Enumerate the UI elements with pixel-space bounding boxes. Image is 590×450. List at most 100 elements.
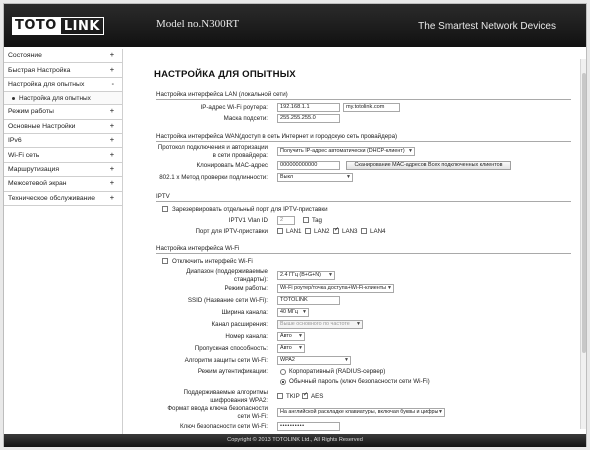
wan-protocol-value: Получить IP-адрес автоматически (DHCP-кл… [280,148,405,154]
sidebar-item-label: Межсетевой экран [8,180,67,188]
sidebar-item-firewall[interactable]: Межсетевой экран + [4,177,122,192]
sidebar-item-label: Состояние [8,52,42,60]
wifi-section-heading: Настройка интерфейса Wi-Fi [156,245,571,254]
collapse-icon: - [111,80,114,88]
lan-ip-row: IP-адрес Wi-Fi роутера: 192.168.1.1 my.t… [156,103,571,113]
sidebar-item-advanced[interactable]: Настройка для опытных - [4,78,122,93]
wifi-band-select[interactable]: 2.4 ГГц (B+G+N) ▼ [277,271,335,280]
auth-radius-radio[interactable] [280,369,286,375]
wifi-channel-label: Номер канала: [225,333,268,340]
wifi-band-label: Диапазон (поддерживаемые стандарты): [186,268,268,283]
wifi-mode-select[interactable]: Wi-Fi роутер/точка доступа+Wi-Fi-клиенты… [277,284,394,293]
wifi-band-row: Диапазон (поддерживаемые стандарты): 2.4… [156,268,571,284]
lan-mask-input[interactable]: 255.255.255.0 [277,114,340,123]
sidebar-item-label: Быстрая Настройка [8,66,71,74]
wifi-cipher-label: Поддерживаемые алгоритмы шифрования WPA2… [183,389,268,404]
bullet-icon [12,96,15,100]
wifi-ext-label: Канал расширения: [211,321,268,328]
lan-mask-row: Маска подсети: 255.255.255.0 [156,114,571,124]
lan-section-heading: Настройка интерфейса LAN (локальной сети… [156,91,571,100]
wifi-width-select[interactable]: 40 МГц ▼ [277,308,309,317]
expand-icon: + [109,52,114,60]
chevron-down-icon: ▼ [408,148,413,154]
wifi-channel-select[interactable]: Авто ▼ [277,332,305,341]
chevron-down-icon: ▼ [387,285,392,291]
sidebar-item-label: Wi-Fi сеть [8,151,40,159]
sidebar-subitem-advanced[interactable]: Настройка для опытных [4,92,122,106]
sidebar-item-routing[interactable]: Маршрутизация + [4,163,122,178]
sidebar-item-quick-setup[interactable]: Быстрая Настройка + [4,63,122,78]
wifi-width-row: Ширина канала: 40 МГц ▼ [156,308,571,318]
wifi-disable-checkbox[interactable] [162,258,168,264]
port-lan4-checkbox[interactable] [361,228,367,234]
wan-protocol-select[interactable]: Получить IP-адрес автоматически (DHCP-кл… [277,147,415,156]
chevron-down-icon: ▼ [328,272,333,278]
wifi-key-input[interactable]: •••••••••• [277,422,340,431]
domain-input[interactable]: my.totolink.com [343,103,400,112]
port-lan1-label: LAN1 [286,228,302,235]
tagline: The Smartest Network Devices [418,21,556,32]
totolink-logo[interactable]: TOTO LINK [12,17,104,35]
port-lan1-checkbox[interactable] [277,228,283,234]
cipher-aes-label: AES [311,393,324,400]
logo-link-text: LINK [59,17,104,35]
wifi-security-select[interactable]: WPA2 ▼ [277,356,351,365]
iptv-reserve-label: Зарезервировать отдельный порт для IPTV-… [172,206,328,213]
expand-icon: + [109,180,114,188]
auth-password-radio[interactable] [280,379,286,385]
sidebar-item-basic-settings[interactable]: Основные Настройки + [4,120,122,134]
dot1x-value: Выкл [280,174,294,180]
wifi-security-row: Алгоритм защиты сети Wi-Fi: WPA2 ▼ [156,356,571,366]
cipher-aes-checkbox[interactable] [302,391,308,399]
sidebar-item-label: Техническое обслуживание [8,194,95,202]
wifi-key-label: Ключ безопасности сети Wi-Fi: [180,423,268,430]
page-title: НАСТРОЙКА ДЛЯ ОПЫТНЫХ [154,69,296,80]
main-scrollbar[interactable] [580,59,586,429]
scan-mac-button[interactable]: Сканирование МАС-адресов Всех подключенн… [346,161,511,170]
wifi-auth-row: Режим аутентификации: Корпоративный (RAD… [156,368,571,388]
header-bar: TOTO LINK Model no.N300RT The Smartest N… [4,4,586,47]
wifi-ext-value: Выше основного по частоте [280,321,350,327]
port-lan2-checkbox[interactable] [305,228,311,234]
lan-mask-label: Маска подсети: [223,115,268,122]
wifi-ext-row: Канал расширения: Выше основного по част… [156,320,571,330]
iptv-tag-label: Tag [312,217,322,224]
wifi-speed-row: Пропускная способность: Авто ▼ [156,344,571,354]
iptv-tag-checkbox[interactable] [303,217,309,223]
sidebar-item-ipv6[interactable]: IPv6 + [4,134,122,149]
sidebar-item-label: Основные Настройки [8,122,76,130]
lan-ip-input[interactable]: 192.168.1.1 [277,103,340,112]
wifi-cipher-row: Поддерживаемые алгоритмы шифрования WPA2… [156,389,571,405]
wifi-disable-row: Отключить интерфейс Wi-Fi [156,257,571,267]
wifi-mode-label: Режим работы: [224,285,268,292]
model-number: Model no.N300RT [156,18,240,30]
sidebar-item-status[interactable]: Состояние + [4,49,122,64]
sidebar-item-maintenance[interactable]: Техническое обслуживание + [4,192,122,206]
router-admin-window: TOTO LINK Model no.N300RT The Smartest N… [3,3,587,447]
logo-toto-text: TOTO [12,17,60,35]
sidebar-item-wifi[interactable]: Wi-Fi сеть + [4,148,122,163]
wifi-speed-select[interactable]: Авто ▼ [277,344,305,353]
expand-icon: + [109,108,114,116]
iptv-vlan-input[interactable]: 2 [277,216,295,225]
chevron-down-icon: ▼ [356,321,361,327]
dot1x-select[interactable]: Выкл ▼ [277,173,353,182]
mac-clone-input[interactable]: 000000000000 [277,161,340,170]
expand-icon: + [109,151,114,159]
port-lan3-checkbox[interactable] [333,226,339,234]
copyright-text: Copyright © 2013 TOTOLINK Ltd., All Righ… [227,437,363,443]
iptv-vlan-row: IPTV1 Vlan ID 2 Tag [156,216,571,226]
wifi-format-select[interactable]: На английской раскладке клавиатуры, вклю… [277,408,445,417]
expand-icon: + [109,165,114,173]
iptv-reserve-checkbox[interactable] [162,206,168,212]
wifi-ssid-input[interactable]: TOTOLINK [277,296,340,305]
wan-8021x-row: 802.1 x Метод проверки подлинности: Выкл… [156,173,571,183]
sidebar-subitem-label: Настройка для опытных [19,94,91,102]
wifi-width-value: 40 МГц [280,309,298,315]
wan-protocol-row: Протокол подключения и авторизации в сет… [156,144,571,160]
wifi-band-value: 2.4 ГГц (B+G+N) [280,272,321,278]
sidebar-item-operation-mode[interactable]: Режим работы + [4,105,122,120]
scroll-thumb[interactable] [582,73,586,353]
cipher-tkip-checkbox[interactable] [277,393,283,399]
wifi-ext-select[interactable]: Выше основного по частоте ▼ [277,320,363,329]
